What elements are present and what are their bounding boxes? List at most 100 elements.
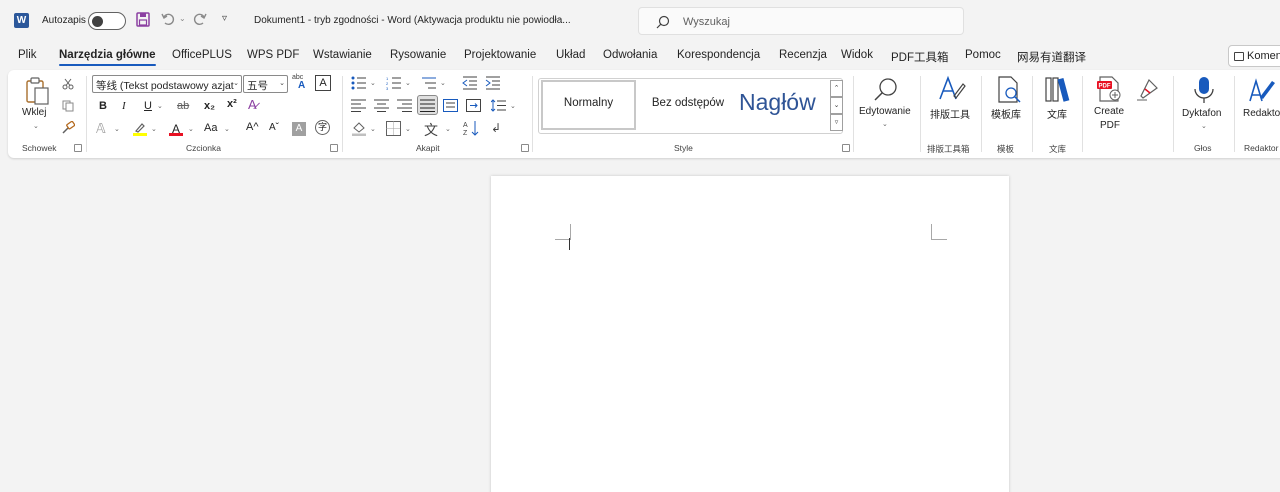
microphone-icon[interactable] [1192,75,1216,105]
format-painter-icon[interactable] [61,121,75,135]
tab-mailings[interactable]: Korespondencja [677,49,760,61]
word-app-icon[interactable]: W [14,13,29,28]
bold-button[interactable]: B [99,100,107,112]
numbering-dropdown-icon[interactable]: ⌄ [405,79,411,87]
font-name-dropdown[interactable]: 等线 (Tekst podstawowy azjat ⌄ [92,75,242,93]
clipboard-launcher-icon[interactable] [74,144,82,152]
shading-icon[interactable] [351,121,367,136]
dictate-label[interactable]: Dyktafon [1182,108,1221,119]
tab-insert[interactable]: Wstawianie [313,49,372,61]
grow-font-button[interactable]: A^ [246,121,259,133]
bullets-dropdown-icon[interactable]: ⌄ [370,79,376,87]
decrease-indent-icon[interactable] [462,76,478,90]
shrink-font-button[interactable]: Aˇ [269,122,279,133]
text-effects-icon[interactable]: 𝔸 [96,121,106,137]
layout-tools-label[interactable]: 排版工具 [930,106,970,121]
dictate-dropdown-icon[interactable]: ⌄ [1201,122,1207,130]
align-center-icon[interactable] [374,99,389,112]
editing-label[interactable]: Edytowanie [859,106,911,117]
bullets-icon[interactable] [351,76,367,90]
shading-dropdown-icon[interactable]: ⌄ [370,125,376,133]
tab-youdao-translate[interactable]: 网易有道翻译 [1017,49,1086,65]
styles-launcher-icon[interactable] [842,144,850,152]
tab-review[interactable]: Recenzja [779,49,827,61]
layout-tools-icon[interactable] [936,74,966,104]
superscript-button[interactable]: x² [227,98,237,110]
editor-label[interactable]: Redaktor [1243,108,1280,119]
paragraph-launcher-icon[interactable] [521,144,529,152]
templates-label[interactable]: 模板库 [991,106,1021,121]
highlight-icon[interactable] [132,121,148,136]
distributed-icon[interactable] [443,99,458,112]
styles-scroll-up-icon[interactable]: ⌃ [830,80,843,97]
italic-button[interactable]: I [122,100,126,112]
asian-layout-icon[interactable]: 文 [424,120,438,140]
multilevel-list-icon[interactable] [421,76,437,90]
justify-button[interactable] [417,95,438,115]
tab-officeplus[interactable]: OfficePLUS [172,49,232,61]
text-effects-dropdown-icon[interactable]: ⌄ [114,125,120,133]
text-direction-icon[interactable] [466,99,481,112]
copy-icon[interactable] [62,100,74,112]
underline-dropdown-icon[interactable]: ⌄ [157,102,163,110]
font-color-dropdown-icon[interactable]: ⌄ [188,125,194,133]
strikethrough-button[interactable]: ab [177,100,189,112]
style-heading[interactable]: Nagłów [739,79,839,133]
enclose-characters-icon[interactable]: 字 [315,120,330,135]
customize-toolbar-icon[interactable]: ▿ [222,13,227,24]
undo-dropdown-icon[interactable]: ⌄ [179,14,186,23]
asian-layout-dropdown-icon[interactable]: ⌄ [445,125,451,133]
autosave-toggle[interactable] [88,12,126,30]
clear-formatting-icon[interactable]: A̷ [248,97,257,112]
search-box[interactable]: Wyszukaj [638,7,964,35]
tab-layout[interactable]: Układ [556,49,585,61]
save-icon[interactable] [136,12,150,27]
sign-pdf-icon[interactable] [1135,76,1161,102]
increase-indent-icon[interactable] [485,76,501,90]
line-spacing-dropdown-icon[interactable]: ⌄ [510,102,516,110]
document-page[interactable] [491,176,1009,492]
tab-draw[interactable]: Rysowanie [390,49,446,61]
style-no-spacing[interactable]: Bez odstępów [639,79,737,133]
comments-button[interactable]: Komentarze [1228,45,1280,67]
line-spacing-icon[interactable] [491,99,506,112]
styles-scroll-down-icon[interactable]: ⌄ [830,97,843,114]
create-pdf-label-line2[interactable]: PDF [1100,120,1120,131]
tab-wps-pdf[interactable]: WPS PDF [247,49,299,61]
tab-design[interactable]: Projektowanie [464,49,536,61]
align-right-icon[interactable] [397,99,412,112]
character-shading-button[interactable]: A [292,122,306,136]
create-pdf-icon[interactable]: PDF [1095,75,1123,103]
change-case-button[interactable]: Aa [204,122,217,134]
paste-icon[interactable] [24,76,52,106]
font-size-dropdown[interactable]: 五号 ⌄ [243,75,288,93]
templates-icon[interactable] [996,76,1022,104]
library-label[interactable]: 文库 [1047,106,1067,121]
character-border-icon[interactable]: A [315,75,331,91]
highlight-dropdown-icon[interactable]: ⌄ [151,125,157,133]
borders-icon[interactable] [386,121,401,136]
sort-icon[interactable]: AZ [463,120,479,136]
font-color-icon[interactable]: A [169,120,183,136]
multilevel-dropdown-icon[interactable]: ⌄ [440,79,446,87]
change-case-dropdown-icon[interactable]: ⌄ [224,125,230,133]
underline-button[interactable]: U [144,100,152,112]
tab-file[interactable]: Plik [18,49,37,61]
borders-dropdown-icon[interactable]: ⌄ [405,125,411,133]
tab-references[interactable]: Odwołania [603,49,657,61]
redo-icon[interactable] [192,11,208,27]
tab-view[interactable]: Widok [841,49,873,61]
style-normal[interactable]: Normalny [541,80,636,130]
create-pdf-label-line1[interactable]: Create [1094,106,1124,117]
cut-icon[interactable] [62,78,74,90]
tab-home[interactable]: Narzędzia główne [59,49,156,66]
editing-dropdown-icon[interactable]: ⌄ [882,120,888,128]
editor-icon[interactable] [1246,75,1276,105]
undo-icon[interactable] [160,11,176,27]
align-left-icon[interactable] [351,99,366,112]
tab-help[interactable]: Pomoc [965,49,1001,61]
subscript-button[interactable]: x₂ [204,100,215,112]
find-icon[interactable] [872,76,900,104]
tab-pdf-toolbox[interactable]: PDF工具箱 [891,49,949,65]
numbering-icon[interactable]: 123 [386,76,402,90]
